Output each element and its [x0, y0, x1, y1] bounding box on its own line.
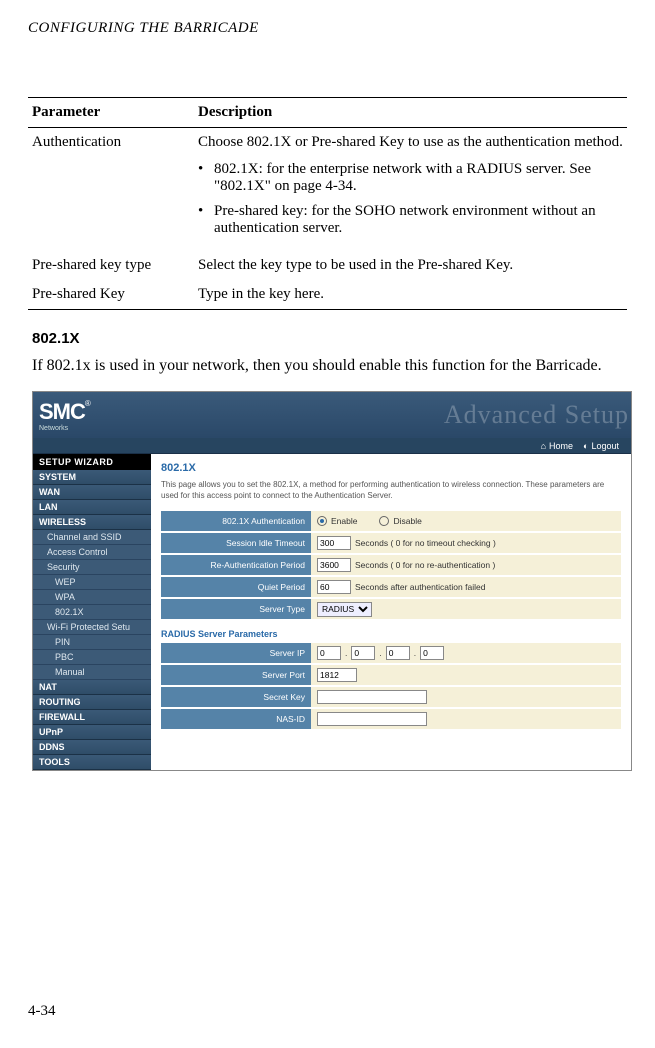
home-link[interactable]: ⌂Home [541, 441, 573, 451]
param-desc: Type in the key here. [188, 280, 627, 310]
header-title: Advanced Setup [444, 400, 629, 430]
top-toolbar: ⌂Home ◐Logout [33, 438, 631, 454]
router-ui-screenshot: SMC® Networks Advanced Setup ⌂Home ◐Logo… [32, 391, 632, 771]
label-server-type: Server Type [161, 599, 311, 619]
sidebar-sub-8021x[interactable]: 802.1X [33, 605, 151, 620]
logout-link[interactable]: ◐Logout [583, 441, 619, 451]
input-nas-id[interactable] [317, 712, 427, 726]
label-secret-key: Secret Key [161, 687, 311, 707]
param-desc: Select the key type to be used in the Pr… [188, 251, 627, 280]
sidebar-item-system[interactable]: SYSTEM [33, 470, 151, 485]
table-row: Pre-shared key type Select the key type … [28, 251, 627, 280]
radio-disable-label: Disable [393, 516, 421, 526]
bullet-icon: • [198, 203, 214, 237]
radio-enable[interactable] [317, 516, 327, 526]
content-panel: 802.1X This page allows you to set the 8… [151, 454, 631, 770]
label-quiet-period: Quiet Period [161, 577, 311, 597]
sidebar-item-nat[interactable]: NAT [33, 680, 151, 695]
sidebar-sub-wep[interactable]: WEP [33, 575, 151, 590]
page-header: CONFIGURING THE BARRICADE [28, 20, 627, 37]
row-quiet-period: Quiet Period Seconds after authenticatio… [161, 577, 621, 597]
sidebar-sub-wifi-protected[interactable]: Wi-Fi Protected Setu [33, 620, 151, 635]
row-secret-key: Secret Key [161, 687, 621, 707]
sidebar-sub-access-control[interactable]: Access Control [33, 545, 151, 560]
sidebar-sub-security[interactable]: Security [33, 560, 151, 575]
page-number: 4-34 [28, 1003, 56, 1020]
registered-icon: ® [85, 399, 91, 408]
sidebar-sub-pin[interactable]: PIN [33, 635, 151, 650]
sidebar-item-ddns[interactable]: DDNS [33, 740, 151, 755]
sidebar-item-lan[interactable]: LAN [33, 500, 151, 515]
label-server-port: Server Port [161, 665, 311, 685]
logout-label: Logout [591, 441, 619, 451]
col-description: Description [188, 98, 627, 128]
param-name: Pre-shared Key [28, 280, 188, 310]
radius-subhead: RADIUS Server Parameters [161, 629, 621, 639]
suffix-text: Seconds ( 0 for no timeout checking ) [355, 538, 496, 548]
section-text: If 802.1x is used in your network, then … [32, 355, 623, 377]
sidebar: SETUP WIZARD SYSTEM WAN LAN WIRELESS Cha… [33, 454, 151, 770]
table-row: Authentication Choose 802.1X or Pre-shar… [28, 128, 627, 252]
sidebar-item-tools[interactable]: TOOLS [33, 755, 151, 770]
sidebar-item-upnp[interactable]: UPnP [33, 725, 151, 740]
ui-header: SMC® Networks Advanced Setup [33, 392, 631, 438]
label-reauth-period: Re-Authentication Period [161, 555, 311, 575]
param-name: Authentication [28, 128, 188, 252]
input-ip-1[interactable] [317, 646, 341, 660]
row-8021x-auth: 802.1X Authentication Enable Disable [161, 511, 621, 531]
row-server-ip: Server IP . . . [161, 643, 621, 663]
radio-disable[interactable] [379, 516, 389, 526]
logo-text: SMC [39, 399, 85, 424]
sidebar-item-routing[interactable]: ROUTING [33, 695, 151, 710]
brand-logo: SMC® Networks [39, 399, 91, 432]
radio-enable-label: Enable [331, 516, 357, 526]
sidebar-setup-wizard[interactable]: SETUP WIZARD [33, 454, 151, 470]
sidebar-sub-channel-ssid[interactable]: Channel and SSID [33, 530, 151, 545]
input-session-idle[interactable] [317, 536, 351, 550]
logo-subtext: Networks [39, 425, 91, 432]
input-secret-key[interactable] [317, 690, 427, 704]
input-reauth-period[interactable] [317, 558, 351, 572]
input-ip-4[interactable] [420, 646, 444, 660]
sidebar-sub-pbc[interactable]: PBC [33, 650, 151, 665]
label-nas-id: NAS-ID [161, 709, 311, 729]
row-server-port: Server Port [161, 665, 621, 685]
label-server-ip: Server IP [161, 643, 311, 663]
input-ip-3[interactable] [386, 646, 410, 660]
parameter-table: Parameter Description Authentication Cho… [28, 97, 627, 310]
label-8021x-auth: 802.1X Authentication [161, 511, 311, 531]
content-intro: This page allows you to set the 802.1X, … [161, 480, 621, 501]
row-nas-id: NAS-ID [161, 709, 621, 729]
select-server-type[interactable]: RADIUS [317, 602, 372, 617]
bullet-text: 802.1X: for the enterprise network with … [214, 161, 623, 195]
row-reauth-period: Re-Authentication Period Seconds ( 0 for… [161, 555, 621, 575]
suffix-text: Seconds after authentication failed [355, 582, 485, 592]
param-name: Pre-shared key type [28, 251, 188, 280]
sidebar-sub-manual[interactable]: Manual [33, 665, 151, 680]
bullet-icon: • [198, 161, 214, 195]
sidebar-item-wireless[interactable]: WIRELESS [33, 515, 151, 530]
col-parameter: Parameter [28, 98, 188, 128]
table-row: Pre-shared Key Type in the key here. [28, 280, 627, 310]
home-label: Home [549, 441, 573, 451]
home-icon: ⌂ [541, 441, 546, 451]
content-title: 802.1X [161, 462, 621, 474]
desc-text: Choose 802.1X or Pre-shared Key to use a… [198, 134, 623, 150]
row-server-type: Server Type RADIUS [161, 599, 621, 619]
sidebar-sub-wpa[interactable]: WPA [33, 590, 151, 605]
sidebar-item-wan[interactable]: WAN [33, 485, 151, 500]
label-session-idle: Session Idle Timeout [161, 533, 311, 553]
suffix-text: Seconds ( 0 for no re-authentication ) [355, 560, 495, 570]
sidebar-item-firewall[interactable]: FIREWALL [33, 710, 151, 725]
param-desc: Choose 802.1X or Pre-shared Key to use a… [188, 128, 627, 252]
section-heading: 802.1X [32, 330, 627, 347]
input-ip-2[interactable] [351, 646, 375, 660]
input-server-port[interactable] [317, 668, 357, 682]
input-quiet-period[interactable] [317, 580, 351, 594]
logout-icon: ◐ [583, 441, 588, 451]
row-session-idle: Session Idle Timeout Seconds ( 0 for no … [161, 533, 621, 553]
bullet-text: Pre-shared key: for the SOHO network env… [214, 203, 623, 237]
